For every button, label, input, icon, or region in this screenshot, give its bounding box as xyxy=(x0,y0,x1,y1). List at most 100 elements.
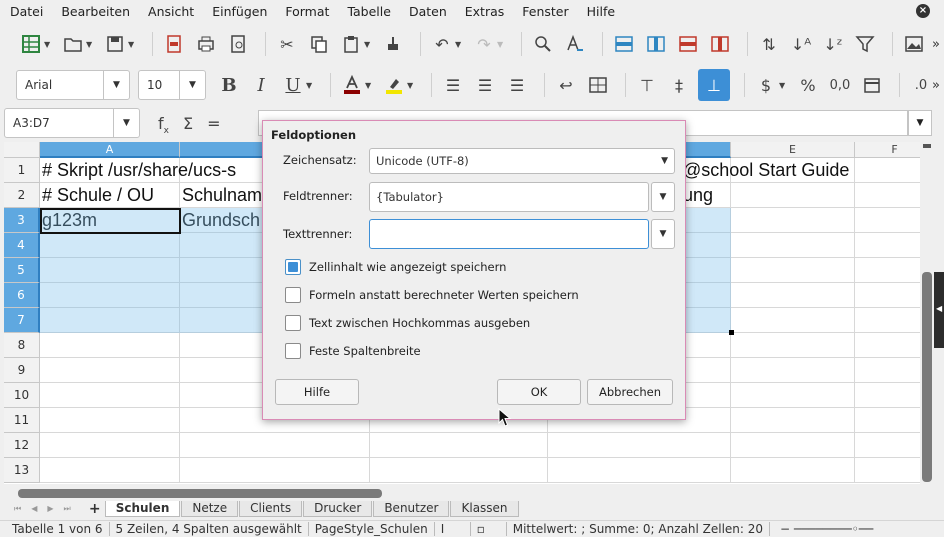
underline-icon[interactable]: U xyxy=(280,72,306,98)
sort-ascending-icon[interactable]: ↓ᴬ xyxy=(788,31,814,57)
spelling-icon[interactable] xyxy=(562,31,588,57)
menu-fenster[interactable]: Fenster xyxy=(513,4,577,19)
menu-ansicht[interactable]: Ansicht xyxy=(139,4,203,19)
italic-icon[interactable]: I xyxy=(248,72,274,98)
menu-extras[interactable]: Extras xyxy=(456,4,514,19)
cell-a1[interactable]: # Skript /usr/share/ucs-s xyxy=(40,158,236,183)
grid-cell[interactable] xyxy=(731,408,855,433)
close-document-icon[interactable]: × xyxy=(916,4,930,18)
grid-cell[interactable] xyxy=(855,233,920,258)
paste-icon[interactable] xyxy=(338,31,364,57)
vertical-scroll-thumb[interactable] xyxy=(922,272,932,482)
menu-daten[interactable]: Daten xyxy=(400,4,456,19)
column-icon[interactable] xyxy=(643,31,669,57)
chevron-down-icon[interactable]: ▼ xyxy=(86,40,94,49)
grid-cell[interactable] xyxy=(180,458,370,483)
checkbox-save-as-shown[interactable] xyxy=(285,259,301,275)
row-header-5[interactable]: 5 xyxy=(4,258,40,283)
vertical-scrollbar[interactable] xyxy=(920,142,934,484)
page-style[interactable]: PageStyle_Schulen xyxy=(309,522,435,536)
row-header-8[interactable]: 8 xyxy=(4,333,40,358)
grid-cell[interactable] xyxy=(855,283,920,308)
grid-cell[interactable] xyxy=(731,183,855,208)
row-header-13[interactable]: 13 xyxy=(4,458,40,483)
grid-cell[interactable] xyxy=(855,208,920,233)
cell-a3[interactable]: g123m xyxy=(40,208,180,233)
grid-cell[interactable] xyxy=(855,433,920,458)
option-quote-text[interactable]: Text zwischen Hochkommas ausgeben xyxy=(285,315,530,331)
sort-descending-icon[interactable]: ↓ᶻ xyxy=(820,31,846,57)
grid-cell[interactable] xyxy=(855,258,920,283)
checkbox-fixed-width[interactable] xyxy=(285,343,301,359)
cell-e1[interactable]: @school Start Guide xyxy=(681,158,881,183)
grid-cell[interactable] xyxy=(731,233,855,258)
align-left-icon[interactable]: ☰ xyxy=(440,72,466,98)
menu-einfuegen[interactable]: Einfügen xyxy=(203,4,276,19)
cell-e2[interactable]: ung xyxy=(681,183,741,208)
grid-cell[interactable] xyxy=(180,433,370,458)
row-header-11[interactable]: 11 xyxy=(4,408,40,433)
grid-cell[interactable] xyxy=(40,383,180,408)
checkbox-save-formulas[interactable] xyxy=(285,287,301,303)
open-folder-icon[interactable] xyxy=(60,31,86,57)
grid-cell[interactable] xyxy=(855,408,920,433)
chevron-down-icon[interactable]: ▼ xyxy=(497,40,505,49)
corner-cell[interactable] xyxy=(4,142,40,158)
grid-cell[interactable] xyxy=(855,333,920,358)
menu-hilfe[interactable]: Hilfe xyxy=(578,4,624,19)
wrap-text-icon[interactable]: ↩ xyxy=(553,72,579,98)
insert-mode-icon[interactable]: I xyxy=(435,522,471,536)
grid-cell[interactable] xyxy=(855,308,920,333)
cancel-button[interactable]: Abbrechen xyxy=(587,379,673,405)
help-button[interactable]: Hilfe xyxy=(275,379,359,405)
row-header-3[interactable]: 3 xyxy=(4,208,40,233)
find-replace-icon[interactable] xyxy=(530,31,556,57)
scroll-up-icon[interactable] xyxy=(923,144,931,148)
toolbar-overflow-icon[interactable]: » xyxy=(932,78,940,93)
grid-cell[interactable] xyxy=(40,233,180,258)
sum-icon[interactable]: Σ xyxy=(183,114,193,136)
grid-cell[interactable] xyxy=(855,358,920,383)
grid-cell[interactable] xyxy=(40,333,180,358)
menu-datei[interactable]: Datei xyxy=(0,4,52,19)
chevron-down-icon[interactable]: ▼ xyxy=(365,81,373,90)
column-header-e[interactable]: E xyxy=(731,142,855,158)
grid-cell[interactable] xyxy=(731,458,855,483)
row-header-6[interactable]: 6 xyxy=(4,283,40,308)
grid-cell[interactable] xyxy=(731,383,855,408)
copy-icon[interactable] xyxy=(306,31,332,57)
grid-cell[interactable] xyxy=(548,433,731,458)
chevron-down-icon[interactable]: ▼ xyxy=(651,219,675,249)
grid-cell[interactable] xyxy=(855,458,920,483)
currency-format-icon[interactable]: $ xyxy=(753,72,779,98)
menu-tabelle[interactable]: Tabelle xyxy=(338,4,400,19)
autofilter-icon[interactable] xyxy=(852,31,878,57)
sheet-tab-benutzer[interactable]: Benutzer xyxy=(373,501,450,517)
chevron-down-icon[interactable]: ▼ xyxy=(179,71,205,99)
grid-cell[interactable] xyxy=(370,433,548,458)
formula-icon[interactable]: = xyxy=(207,114,220,136)
grid-cell[interactable] xyxy=(40,308,180,333)
chevron-down-icon[interactable]: ▼ xyxy=(113,109,139,137)
horizontal-scrollbar[interactable] xyxy=(4,486,916,500)
chevron-down-icon[interactable]: ▼ xyxy=(306,81,314,90)
grid-cell[interactable] xyxy=(731,333,855,358)
chevron-down-icon[interactable]: ▼ xyxy=(364,40,372,49)
grid-cell[interactable] xyxy=(40,433,180,458)
grid-cell[interactable] xyxy=(731,308,855,333)
expand-formula-icon[interactable]: ▼ xyxy=(908,110,932,136)
sheet-tab-clients[interactable]: Clients xyxy=(239,501,303,517)
chevron-down-icon[interactable]: ▼ xyxy=(779,81,787,90)
add-sheet-icon[interactable]: + xyxy=(85,501,105,517)
charset-select[interactable]: Unicode (UTF-8) ▼ xyxy=(369,148,675,174)
grid-cell[interactable] xyxy=(40,358,180,383)
menu-bearbeiten[interactable]: Bearbeiten xyxy=(52,4,139,19)
name-box[interactable]: A3:D7 ▼ xyxy=(4,108,140,138)
grid-cell[interactable] xyxy=(731,433,855,458)
grid-cell[interactable] xyxy=(40,408,180,433)
grid-cell[interactable] xyxy=(40,458,180,483)
last-sheet-icon[interactable]: ⏭ xyxy=(64,504,71,514)
print-preview-icon[interactable] xyxy=(225,31,251,57)
grid-cell[interactable] xyxy=(40,258,180,283)
row-header-12[interactable]: 12 xyxy=(4,433,40,458)
